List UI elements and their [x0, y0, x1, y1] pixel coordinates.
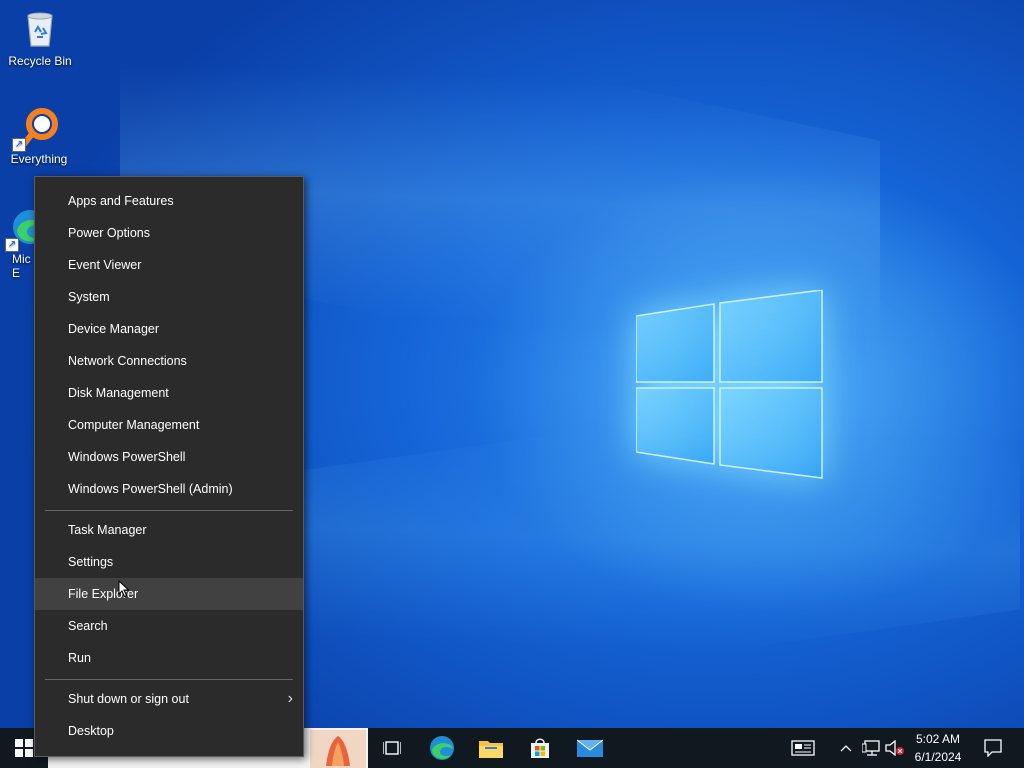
- menu-item-network-connections[interactable]: Network Connections: [35, 345, 303, 377]
- menu-item-apps-and-features[interactable]: Apps and Features: [35, 185, 303, 217]
- menu-item-task-manager[interactable]: Task Manager: [35, 514, 303, 546]
- chevron-up-icon: [840, 745, 852, 752]
- shortcut-arrow-icon: ↗: [5, 238, 19, 252]
- menu-item-system[interactable]: System: [35, 281, 303, 313]
- power-user-menu: Apps and Features Power Options Event Vi…: [34, 176, 304, 757]
- news-and-interests-icon: [791, 740, 815, 756]
- search-highlight-image: [310, 730, 366, 768]
- volume-button[interactable]: [884, 728, 906, 768]
- taskbar-mail-button[interactable]: [566, 728, 614, 768]
- network-icon: [862, 740, 880, 756]
- desktop-icon-everything[interactable]: ↗ Everything: [1, 106, 77, 166]
- taskbar-microsoft-store-button[interactable]: [516, 728, 564, 768]
- network-button[interactable]: [860, 728, 882, 768]
- menu-separator: [45, 510, 293, 511]
- menu-item-settings[interactable]: Settings: [35, 546, 303, 578]
- menu-separator: [45, 679, 293, 680]
- edge-icon: [430, 736, 454, 760]
- clock-time: 5:02 AM: [915, 732, 961, 746]
- windows-start-icon: [15, 739, 33, 757]
- taskbar-edge-button[interactable]: [418, 728, 466, 768]
- menu-item-power-options[interactable]: Power Options: [35, 217, 303, 249]
- news-and-interests-button[interactable]: [784, 728, 822, 768]
- menu-item-device-manager[interactable]: Device Manager: [35, 313, 303, 345]
- menu-item-search[interactable]: Search: [35, 610, 303, 642]
- mail-icon: [577, 739, 603, 757]
- file-explorer-icon: [479, 741, 503, 758]
- clock-date: 6/1/2024: [914, 750, 962, 764]
- menu-item-windows-powershell[interactable]: Windows PowerShell: [35, 441, 303, 473]
- menu-item-label: Shut down or sign out: [68, 692, 189, 706]
- desktop-icon-label: Recycle Bin: [8, 54, 72, 68]
- menu-item-desktop[interactable]: Desktop: [35, 715, 303, 747]
- windows-wallpaper-logo: [636, 290, 823, 479]
- recycle-bin-icon: [19, 8, 61, 50]
- menu-item-file-explorer[interactable]: File Explorer: [35, 578, 303, 610]
- menu-item-event-viewer[interactable]: Event Viewer: [35, 249, 303, 281]
- menu-item-shut-down-or-sign-out[interactable]: Shut down or sign out ›: [35, 683, 303, 715]
- desktop-icon-label: Everything: [10, 152, 68, 166]
- volume-muted-icon: [885, 740, 904, 756]
- microsoft-store-icon: [531, 738, 549, 758]
- everything-search-icon: ↗: [12, 106, 60, 152]
- chevron-right-icon: ›: [287, 690, 293, 707]
- action-center-button[interactable]: [978, 728, 1008, 768]
- desktop-icon-recycle-bin[interactable]: Recycle Bin: [2, 8, 78, 68]
- task-view-icon: [383, 741, 401, 755]
- taskbar-file-explorer-button[interactable]: [467, 728, 515, 768]
- mouse-cursor-icon: [118, 580, 130, 598]
- menu-item-windows-powershell-admin[interactable]: Windows PowerShell (Admin): [35, 473, 303, 505]
- menu-item-disk-management[interactable]: Disk Management: [35, 377, 303, 409]
- taskbar-clock[interactable]: 5:02 AM 6/1/2024: [906, 730, 970, 766]
- menu-item-computer-management[interactable]: Computer Management: [35, 409, 303, 441]
- task-view-button[interactable]: [368, 728, 416, 768]
- menu-item-run[interactable]: Run: [35, 642, 303, 674]
- notification-icon: [984, 739, 1002, 757]
- show-hidden-icons-button[interactable]: [836, 728, 856, 768]
- shortcut-arrow-icon: ↗: [12, 138, 26, 152]
